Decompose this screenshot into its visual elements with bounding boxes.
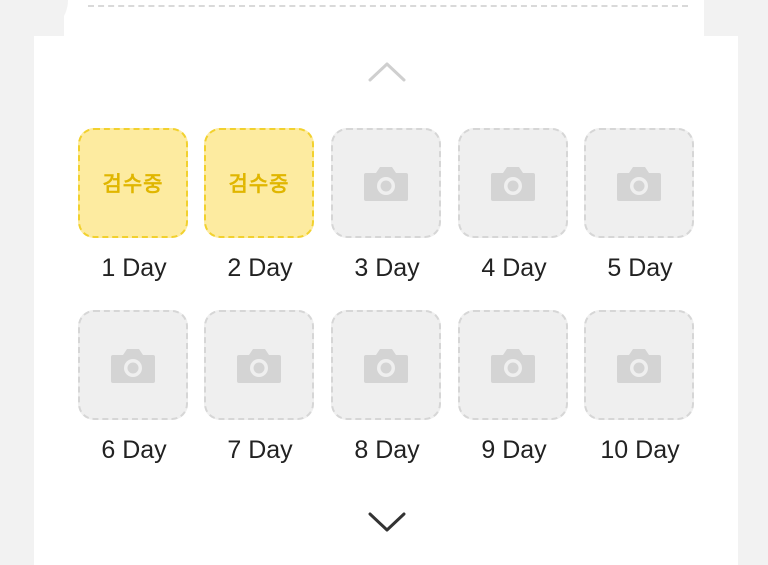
camera-icon — [237, 349, 281, 383]
day-item-2[interactable]: 검수중 2 Day — [204, 128, 318, 288]
day-label: 1 Day — [101, 254, 167, 282]
day-item-1[interactable]: 검수중 1 Day — [78, 128, 192, 288]
day-tile-empty[interactable] — [458, 128, 568, 238]
day-tile-empty[interactable] — [331, 128, 441, 238]
camera-icon — [491, 167, 535, 201]
day-tile-empty[interactable] — [458, 310, 568, 420]
day-label: 3 Day — [354, 254, 420, 282]
day-item-6[interactable]: 6 Day — [78, 310, 192, 470]
day-tile-pending[interactable]: 검수중 — [204, 128, 314, 238]
status-badge: 검수중 — [228, 173, 290, 196]
day-item-5[interactable]: 5 Day — [584, 128, 698, 288]
day-tile-empty[interactable] — [584, 128, 694, 238]
day-item-10[interactable]: 10 Day — [584, 310, 698, 470]
day-item-4[interactable]: 4 Day — [458, 128, 572, 288]
day-label: 10 Day — [600, 436, 680, 464]
camera-icon — [364, 349, 408, 383]
camera-icon — [491, 349, 535, 383]
day-tile-empty[interactable] — [584, 310, 694, 420]
chevron-down-icon — [368, 512, 406, 532]
camera-icon — [617, 349, 661, 383]
camera-icon — [364, 167, 408, 201]
day-label: 7 Day — [227, 436, 293, 464]
day-label: 8 Day — [354, 436, 420, 464]
day-item-9[interactable]: 9 Day — [458, 310, 572, 470]
day-tile-empty[interactable] — [204, 310, 314, 420]
day-label: 4 Day — [481, 254, 547, 282]
day-item-8[interactable]: 8 Day — [331, 310, 445, 470]
camera-icon — [617, 167, 661, 201]
day-item-3[interactable]: 3 Day — [331, 128, 445, 288]
day-label: 9 Day — [481, 436, 547, 464]
day-item-7[interactable]: 7 Day — [204, 310, 318, 470]
day-tile-empty[interactable] — [331, 310, 441, 420]
status-badge: 검수중 — [102, 173, 164, 196]
day-label: 2 Day — [227, 254, 293, 282]
day-label: 5 Day — [607, 254, 673, 282]
day-tile-pending[interactable]: 검수중 — [78, 128, 188, 238]
day-tile-empty[interactable] — [78, 310, 188, 420]
day-grid: 검수중 1 Day 검수중 2 Day 3 Day 4 Day 5 Day 6 … — [0, 0, 768, 565]
camera-icon — [111, 349, 155, 383]
day-label: 6 Day — [101, 436, 167, 464]
scroll-down-button[interactable] — [368, 507, 406, 537]
